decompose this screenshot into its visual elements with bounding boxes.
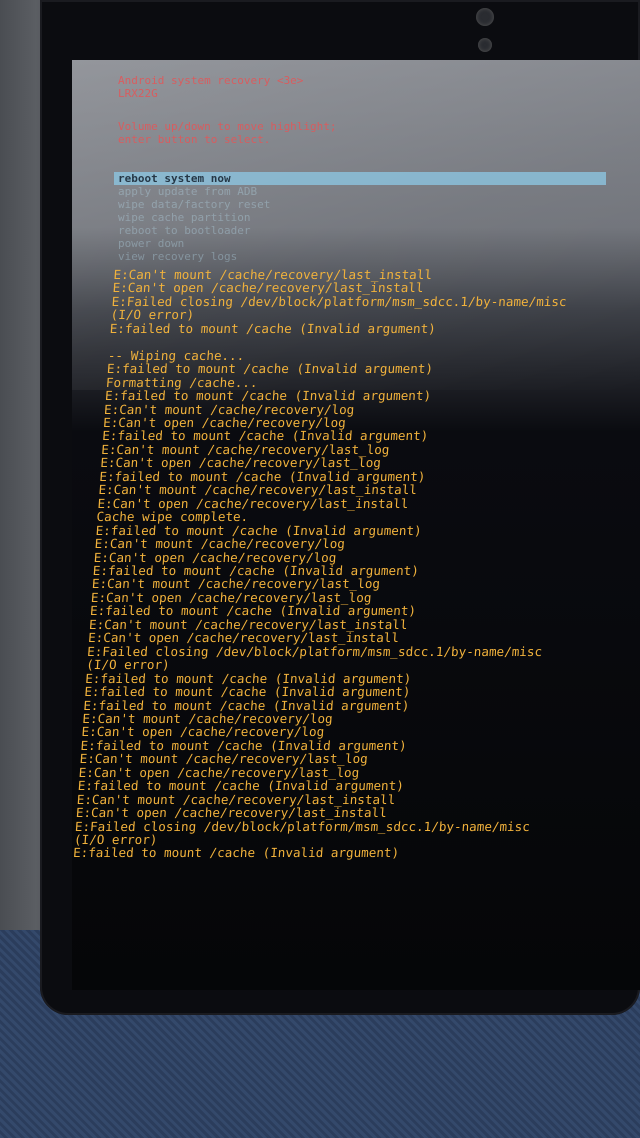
log-line: E:Can't open /cache/recovery/last_log <box>78 764 360 780</box>
log-line: E:Can't open /cache/recovery/last_instal… <box>87 630 400 646</box>
log-line: E:Can't mount /cache/recovery/last_log <box>100 441 390 457</box>
log-line: E:failed to mount /cache (Invalid argume… <box>84 670 412 686</box>
menu-item-reboot-system-now[interactable]: reboot system now <box>118 172 231 185</box>
log-line: E:Failed closing /dev/block/platform/msm… <box>111 293 568 309</box>
log-line: E:Can't mount /cache/recovery/last_insta… <box>88 616 409 632</box>
log-line: E:failed to mount /cache (Invalid argume… <box>83 684 411 700</box>
log-line: E:Can't mount /cache/recovery/last_insta… <box>97 482 418 498</box>
log-line: E:Can't mount /cache/recovery/last_log <box>79 751 369 767</box>
log-line: E:Can't open /cache/recovery/last_log <box>99 455 382 471</box>
log-line: E:failed to mount /cache (Invalid argume… <box>82 697 410 713</box>
log-line: E:failed to mount /cache (Invalid argume… <box>80 737 408 753</box>
log-line: E:failed to mount /cache (Invalid argume… <box>104 388 432 404</box>
log-line: -- Wiping cache... <box>107 347 245 363</box>
log-line: E:Can't open /cache/recovery/log <box>102 414 347 430</box>
log-line: E:failed to mount /cache (Invalid argume… <box>95 522 423 538</box>
log-line: E:Can't mount /cache/recovery/log <box>81 710 334 726</box>
log-line: E:failed to mount /cache (Invalid argume… <box>98 468 426 484</box>
log-line: Cache wipe complete. <box>96 509 249 525</box>
log-line: E:Can't mount /cache/recovery/last_log <box>91 576 381 592</box>
menu-item-apply-update-adb[interactable]: apply update from ADB <box>118 185 257 198</box>
light-sensor-icon <box>478 38 492 52</box>
build-id: LRX22G <box>118 87 158 100</box>
menu-item-reboot-bootloader[interactable]: reboot to bootloader <box>118 224 250 237</box>
menu-item-wipe-data[interactable]: wipe data/factory reset <box>118 198 270 211</box>
log-line: (I/O error) <box>73 832 158 848</box>
log-line: E:Can't mount /cache/recovery/log <box>103 401 355 417</box>
recovery-title: Android system recovery <3e> <box>118 74 304 87</box>
log-line: E:Can't open /cache/recovery/last_instal… <box>112 280 425 296</box>
log-line: E:failed to mount /cache (Invalid argume… <box>72 845 400 861</box>
log-line: E:Can't mount /cache/recovery/last_insta… <box>76 791 396 807</box>
menu-item-wipe-cache[interactable]: wipe cache partition <box>118 211 250 224</box>
log-line: (I/O error) <box>85 657 171 673</box>
menu-item-power-down[interactable]: power down <box>118 237 184 250</box>
log-line: E:failed to mount /cache (Invalid argume… <box>101 428 429 444</box>
menu-item-view-logs[interactable]: view recovery logs <box>118 250 237 263</box>
log-line: E:Can't mount /cache/recovery/last_insta… <box>113 267 433 282</box>
log-line: E:Can't open /cache/recovery/last_instal… <box>97 495 409 511</box>
log-line: E:Can't open /cache/recovery/log <box>81 724 325 740</box>
log-line: E:Failed closing /dev/block/platform/msm… <box>86 643 543 659</box>
log-line: E:failed to mount /cache (Invalid argume… <box>109 320 437 336</box>
log-line: E:failed to mount /cache (Invalid argume… <box>77 778 405 794</box>
log-line: E:Can't mount /cache/recovery/log <box>94 536 346 552</box>
log-line: E:failed to mount /cache (Invalid argume… <box>106 361 434 377</box>
recovery-log: E:Can't mount /cache/recovery/last_insta… <box>72 267 634 861</box>
recovery-screen: Android system recovery <3e> LRX22G Volu… <box>72 60 640 990</box>
log-line: E:Can't open /cache/recovery/last_log <box>90 589 373 605</box>
log-line: Formatting /cache... <box>105 374 259 390</box>
log-line: E:failed to mount /cache (Invalid argume… <box>92 562 420 578</box>
log-line: E:Failed closing /dev/block/platform/msm… <box>74 818 531 834</box>
front-camera-icon <box>476 8 494 26</box>
help-text-line-2: enter button to select. <box>118 133 271 146</box>
help-text-line-1: Volume up/down to move highlight; <box>118 120 337 133</box>
log-line: E:failed to mount /cache (Invalid argume… <box>89 603 417 619</box>
log-line: (I/O error) <box>110 307 195 323</box>
log-line: E:Can't open /cache/recovery/log <box>93 549 337 565</box>
log-line: E:Can't open /cache/recovery/last_instal… <box>75 805 388 821</box>
